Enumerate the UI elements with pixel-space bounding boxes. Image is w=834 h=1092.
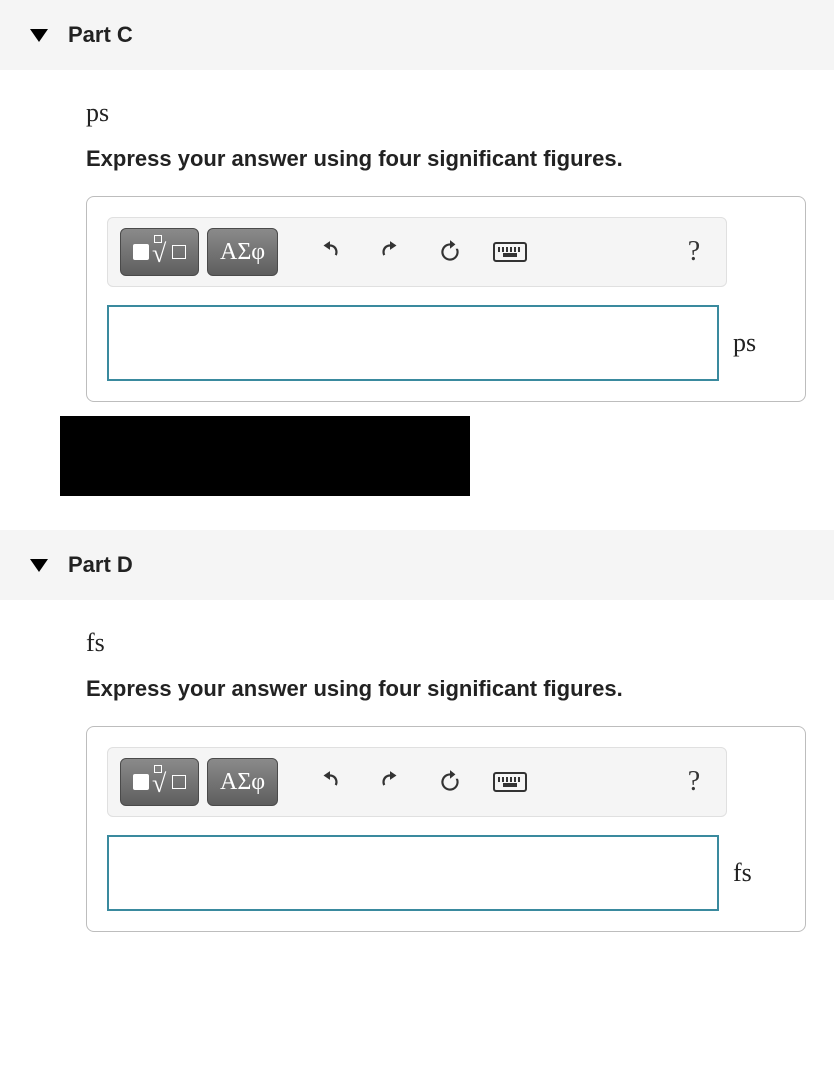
redo-button[interactable] xyxy=(364,758,416,806)
answer-input[interactable] xyxy=(107,305,719,381)
equation-toolbar: √ ΑΣφ ? xyxy=(107,217,727,287)
math-templates-button[interactable]: √ xyxy=(120,228,199,276)
greek-symbols-button[interactable]: ΑΣφ xyxy=(207,228,278,276)
chevron-down-icon xyxy=(30,29,48,42)
answer-input[interactable] xyxy=(107,835,719,911)
undo-button[interactable] xyxy=(304,228,356,276)
answer-box: √ ΑΣφ ? ps xyxy=(86,196,806,402)
redo-icon xyxy=(377,769,403,795)
chevron-down-icon xyxy=(30,559,48,572)
part-body: fs Express your answer using four signif… xyxy=(0,600,834,932)
keyboard-icon xyxy=(493,242,527,262)
instruction-text: Express your answer using four significa… xyxy=(86,146,834,172)
math-templates-button[interactable]: √ xyxy=(120,758,199,806)
keyboard-icon xyxy=(493,772,527,792)
nth-root-icon: √ xyxy=(152,237,186,267)
unit-suffix: ps xyxy=(733,328,756,358)
help-button[interactable]: ? xyxy=(674,228,714,276)
reset-button[interactable] xyxy=(424,758,476,806)
placeholder-box-icon xyxy=(133,244,149,260)
redo-icon xyxy=(377,239,403,265)
redo-button[interactable] xyxy=(364,228,416,276)
reset-icon xyxy=(437,239,463,265)
part-header[interactable]: Part C xyxy=(0,0,834,70)
placeholder-box-icon xyxy=(133,774,149,790)
undo-button[interactable] xyxy=(304,758,356,806)
prompt-symbol: ps xyxy=(86,98,834,128)
greek-symbols-button[interactable]: ΑΣφ xyxy=(207,758,278,806)
nth-root-icon: √ xyxy=(152,767,186,797)
part-title: Part D xyxy=(68,552,133,578)
redacted-block xyxy=(60,416,470,496)
reset-icon xyxy=(437,769,463,795)
undo-icon xyxy=(317,239,343,265)
unit-suffix: fs xyxy=(733,858,752,888)
instruction-text: Express your answer using four significa… xyxy=(86,676,834,702)
keyboard-button[interactable] xyxy=(484,758,536,806)
prompt-symbol: fs xyxy=(86,628,834,658)
equation-toolbar: √ ΑΣφ ? xyxy=(107,747,727,817)
part-header[interactable]: Part D xyxy=(0,530,834,600)
answer-box: √ ΑΣφ ? fs xyxy=(86,726,806,932)
reset-button[interactable] xyxy=(424,228,476,276)
undo-icon xyxy=(317,769,343,795)
part-title: Part C xyxy=(68,22,133,48)
keyboard-button[interactable] xyxy=(484,228,536,276)
help-button[interactable]: ? xyxy=(674,758,714,806)
part-body: ps Express your answer using four signif… xyxy=(0,70,834,402)
